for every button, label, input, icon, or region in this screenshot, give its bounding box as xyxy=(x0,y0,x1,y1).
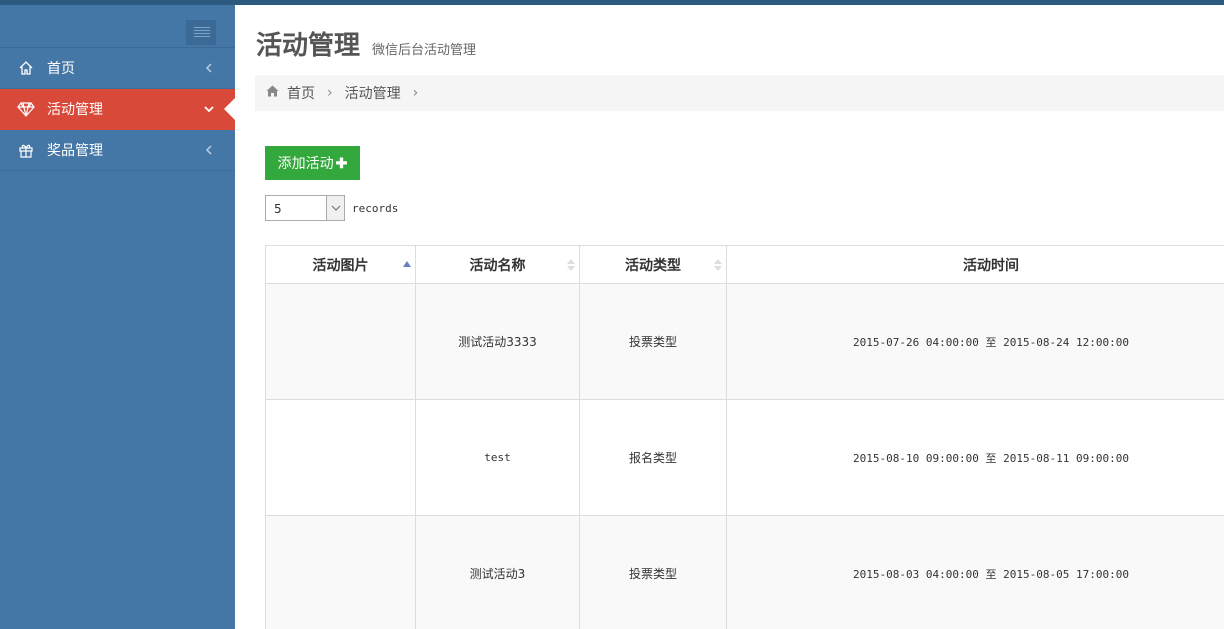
cell-time: 2015-08-10 09:00:00 至 2015-08-11 09:00:0… xyxy=(726,399,1224,516)
cell-image xyxy=(265,515,416,629)
column-header-type[interactable]: 活动类型 xyxy=(579,245,727,284)
table-row[interactable]: test 报名类型 2015-08-10 09:00:00 至 2015-08-… xyxy=(265,399,1224,516)
cell-image xyxy=(265,283,416,400)
sidebar-item-activity[interactable]: 活动管理 xyxy=(0,89,236,130)
column-header-image[interactable]: 活动图片 xyxy=(265,245,416,284)
sidebar-toggle-row xyxy=(0,5,235,48)
cell-name: 测试活动3 xyxy=(415,515,580,629)
sidebar-toggle-button[interactable] xyxy=(186,20,216,45)
plus-icon: ✚ xyxy=(335,154,348,171)
records-label: records xyxy=(352,201,399,215)
records-control: 5 records xyxy=(265,195,398,221)
cell-type: 投票类型 xyxy=(579,283,727,400)
cell-type: 报名类型 xyxy=(579,399,727,516)
sort-icon xyxy=(714,259,722,271)
cell-name: 测试活动3333 xyxy=(415,283,580,400)
cell-time: 2015-07-26 04:00:00 至 2015-08-24 12:00:0… xyxy=(726,283,1224,400)
gift-icon xyxy=(17,141,35,159)
records-select-value: 5 xyxy=(274,202,282,216)
chevron-left-icon xyxy=(203,60,215,76)
table-row[interactable]: 测试活动3 投票类型 2015-08-03 04:00:00 至 2015-08… xyxy=(265,515,1224,629)
page-title: 活动管理 xyxy=(256,31,361,61)
records-per-page-select[interactable]: 5 xyxy=(265,195,345,221)
column-header-name[interactable]: 活动名称 xyxy=(415,245,580,284)
breadcrumb-current-link[interactable]: 活动管理 xyxy=(345,83,401,103)
cell-image xyxy=(265,399,416,516)
sidebar-item-home[interactable]: 首页 xyxy=(0,48,235,89)
add-activity-label: 添加活动 xyxy=(277,155,334,171)
chevron-right-icon: › xyxy=(327,85,333,101)
diamond-icon xyxy=(17,100,35,118)
page-subtitle: 微信后台活动管理 xyxy=(372,43,477,58)
cell-type: 投票类型 xyxy=(579,515,727,629)
cell-time: 2015-08-03 04:00:00 至 2015-08-05 17:00:0… xyxy=(726,515,1224,629)
chevron-right-icon: › xyxy=(412,85,419,101)
sort-icon xyxy=(567,259,575,271)
sidebar-item-prize[interactable]: 奖品管理 xyxy=(0,130,235,171)
home-icon xyxy=(266,85,279,101)
main-content: 活动管理 微信后台活动管理 首页 › 活动管理 › 添加活动 ✚ 5 record… xyxy=(235,5,1224,629)
breadcrumb: 首页 › 活动管理 › xyxy=(255,75,1224,111)
add-activity-button[interactable]: 添加活动 ✚ xyxy=(265,146,360,180)
sort-asc-icon xyxy=(403,261,411,267)
chevron-left-icon xyxy=(203,142,215,158)
cell-name: test xyxy=(415,399,580,516)
sidebar: 首页 活动管理 奖品管理 xyxy=(0,5,236,629)
table-header-row: 活动图片 活动名称 活动类型 活动时间 xyxy=(265,245,1224,284)
sidebar-item-label: 活动管理 xyxy=(47,102,103,118)
activity-table: 活动图片 活动名称 活动类型 活动时间 测试活动3333 投票类型 2015-0… xyxy=(265,245,1224,629)
chevron-down-icon xyxy=(203,101,215,117)
table-row[interactable]: 测试活动3333 投票类型 2015-07-26 04:00:00 至 2015… xyxy=(265,283,1224,400)
breadcrumb-home-link[interactable]: 首页 xyxy=(287,83,315,103)
chevron-down-icon[interactable] xyxy=(326,196,344,220)
column-header-time[interactable]: 活动时间 xyxy=(726,245,1224,284)
sidebar-item-label: 首页 xyxy=(47,61,75,77)
sidebar-item-label: 奖品管理 xyxy=(47,143,103,159)
home-icon xyxy=(17,59,35,77)
page-header: 活动管理 微信后台活动管理 xyxy=(256,25,476,62)
